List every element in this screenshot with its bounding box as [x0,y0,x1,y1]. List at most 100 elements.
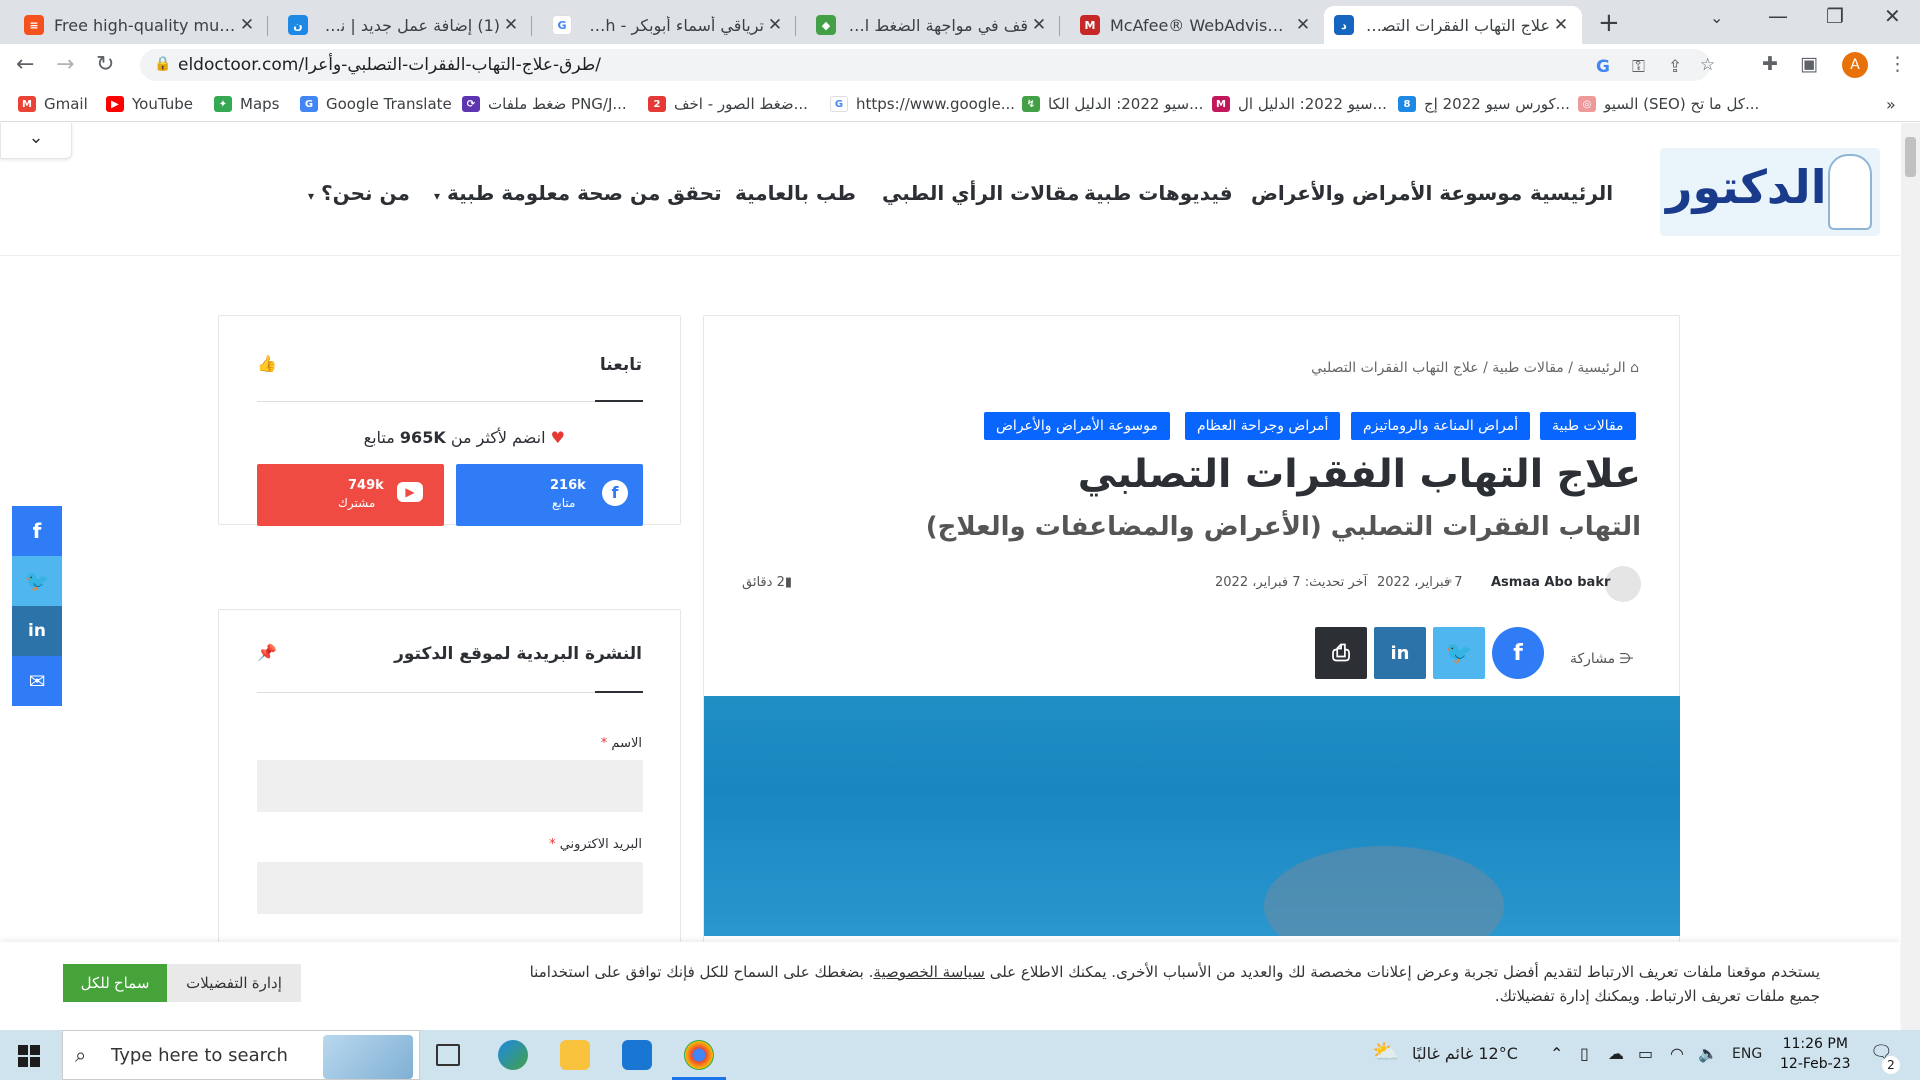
browser-tab-active[interactable]: د علاج التهاب الفقرات التصلبي ✕ [1324,6,1582,44]
profile-avatar[interactable]: A [1842,52,1868,78]
author-avatar[interactable] [1605,566,1641,602]
taskbar-search-box[interactable]: ⌕ Type here to search [62,1030,420,1080]
notifications-icon[interactable]: 🗨 2 [1870,1042,1900,1074]
category-badge[interactable]: مقالات طبية [1540,412,1636,440]
bookmark-gmail[interactable]: M Gmail [18,95,88,113]
extensions-puzzle-icon[interactable]: ✚ [1762,53,1778,75]
share-icon[interactable]: ⇪ [1668,57,1682,77]
join-prefix: انضم لأكثر من [450,428,546,447]
logo-text: الدكتور [1666,160,1827,214]
nav-diseases-encyclopedia[interactable]: موسوعة الأمراض والأعراض [1251,181,1522,205]
close-icon[interactable]: ✕ [1028,15,1050,35]
tray-chevron-up-icon[interactable]: ⌃ [1550,1044,1563,1063]
tray-device-icon[interactable]: ▯ [1580,1044,1589,1063]
tab-favicon-icon: د [1334,15,1354,35]
browser-tab[interactable]: ن (1) إضافة عمل جديد | نفذلي ✕ [278,6,532,44]
share-linkedin-button[interactable]: in [1374,627,1426,679]
google-translate-icon[interactable]: G [1596,57,1610,77]
bookmark-seo-guide-1[interactable]: ↯ سيو 2022: الدليل الكا... [1022,95,1203,113]
tab-search-chevron-icon[interactable]: ⌄ [1710,8,1723,27]
breadcrumb-text[interactable]: الرئيسية / مقالات طبية / علاج التهاب الف… [1311,360,1626,376]
site-logo[interactable]: الدكتور [1660,148,1880,236]
mail-icon[interactable] [622,1040,652,1070]
bookmark-star-icon[interactable]: ☆ [1700,55,1715,75]
windows-start-icon[interactable] [18,1045,40,1067]
file-explorer-icon[interactable] [560,1040,590,1070]
category-badge[interactable]: أمراض المناعة والروماتيزم [1351,412,1531,440]
address-bar[interactable]: 🔒 eldoctoor.com/طرق-علاج-التهاب-الفقرات-… [140,49,1715,81]
battery-icon[interactable]: ▭ [1638,1044,1653,1063]
email-input[interactable] [257,862,643,914]
edge-browser-icon[interactable] [498,1040,528,1070]
wifi-icon[interactable]: ◠ [1670,1044,1684,1063]
forward-arrow-icon[interactable]: → [56,52,74,77]
updated-date: آخر تحديث: 7 فبراير، 2022 [1215,575,1368,590]
key-icon[interactable]: ⚿ [1632,57,1645,77]
nav-home[interactable]: الرئيسية [1530,181,1613,205]
close-icon[interactable]: ✕ [500,15,522,35]
close-icon[interactable]: ✕ [1292,15,1314,35]
volume-icon[interactable]: 🔈 [1698,1044,1718,1063]
nav-fact-check[interactable]: تحقق من صحة معلومة طبية ▾ [434,181,722,205]
chrome-icon[interactable] [684,1040,714,1070]
browser-tab[interactable]: ≡ Free high-quality music pla ✕ [14,6,268,44]
share-facebook-button[interactable]: f [1492,627,1544,679]
clock[interactable]: 11:26 PM 12-Feb-23 [1780,1036,1851,1072]
bookmark-compress-png[interactable]: ⟳ ضغط ملفات PNG/J... [462,95,627,113]
weather-text[interactable]: 12°C غائم غالبًا [1412,1044,1518,1063]
task-view-icon[interactable] [436,1044,460,1066]
facebook-follow-button[interactable]: 216k متابع f [456,464,643,526]
onedrive-cloud-icon[interactable]: ☁ [1608,1044,1624,1063]
bookmark-compress-images[interactable]: 2 ضغط الصور - اخف... [648,95,808,113]
lock-icon[interactable]: 🔒 [154,56,171,72]
scrollbar-thumb[interactable] [1905,137,1916,177]
bookmark-youtube[interactable]: ▶ YouTube [106,95,193,113]
sidebar-facebook-button[interactable]: f [12,506,62,556]
nav-medical-videos[interactable]: فيديوهات طبية [1084,181,1233,205]
share-twitter-button[interactable]: 🐦 [1433,627,1485,679]
bookmark-maps[interactable]: ✦ Maps [214,95,279,113]
print-button[interactable]: ⎙ [1315,627,1367,679]
bookmark-seo-course[interactable]: 8 كورس سيو 2022 إج... [1398,95,1570,113]
new-tab-button[interactable]: + [1598,8,1620,38]
home-icon[interactable]: ⌂ [1626,360,1639,376]
close-icon[interactable]: ✕ [236,15,258,35]
nav-about[interactable]: من نحن؟ ▾ [308,181,410,205]
nav-medical-opinion[interactable]: مقالات الرأي الطبي [882,181,1079,205]
bookmark-seo-all[interactable]: ◎ السيو (SEO) كل ما تح... [1578,95,1759,113]
header-collapse-chevron-icon[interactable]: ⌄ [0,123,72,159]
menu-kebab-icon[interactable]: ⋮ [1888,53,1907,75]
reload-icon[interactable]: ↻ [96,52,114,77]
weather-cloud-icon[interactable]: ⛅ [1372,1040,1399,1065]
nav-colloquial-medicine[interactable]: طب بالعامية [735,181,856,205]
browser-tab[interactable]: G ترياقي أسماء أبوبكر - Search ✕ [542,6,796,44]
category-badge[interactable]: أمراض وجراحة العظام [1185,412,1341,440]
sidebar-linkedin-button[interactable]: in [12,606,62,656]
browser-tab[interactable]: ◆ قف في مواجهة الضغط العص ✕ [806,6,1060,44]
bookmark-google-url[interactable]: Ghttps://www.google... [830,95,1015,113]
youtube-subscribe-button[interactable]: 749k مشترك ▶ [257,464,444,526]
bookmarks-overflow-chevron-icon[interactable]: » [1886,95,1896,114]
allow-all-cookies-button[interactable]: سماح للكل [63,964,167,1002]
close-icon[interactable]: ✕ [764,15,786,35]
bookmark-seo-guide-2[interactable]: M سيو 2022: الدليل ال... [1212,95,1387,113]
minimize-button[interactable]: — [1768,4,1788,28]
close-icon[interactable]: ✕ [1550,15,1572,35]
sidebar-messenger-button[interactable]: ✉ [12,656,62,706]
bookmark-google-translate[interactable]: G Google Translate [300,95,452,113]
language-indicator[interactable]: ENG [1732,1046,1762,1062]
browser-tab[interactable]: M McAfee® WebAdvisor - We ✕ [1070,6,1324,44]
author-name[interactable]: Asmaa Abo bakr [1491,575,1610,590]
privacy-policy-link[interactable]: سياسة الخصوصية [873,963,985,981]
search-highlight-image [323,1035,413,1079]
page-scrollbar[interactable] [1901,123,1920,1030]
sidebar-twitter-button[interactable]: 🐦 [12,556,62,606]
name-input[interactable] [257,760,643,812]
manage-preferences-button[interactable]: إدارة التفضيلات [167,964,301,1002]
maximize-button[interactable]: ❐ [1826,4,1844,28]
category-badge[interactable]: موسوعة الأمراض والأعراض [984,412,1170,440]
back-arrow-icon[interactable]: ← [16,52,34,77]
close-window-button[interactable]: ✕ [1884,4,1901,28]
side-panel-icon[interactable]: ▣ [1800,53,1818,75]
follow-widget: تابعنا 👍 ♥ انضم لأكثر من 965K متابع 216k… [218,315,681,526]
